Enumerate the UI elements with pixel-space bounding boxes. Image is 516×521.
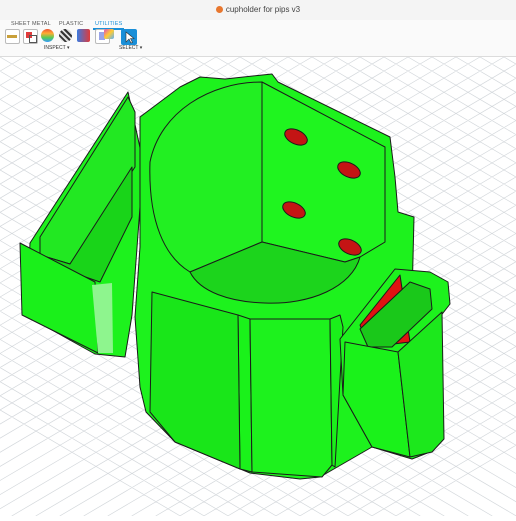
tab-sheet-metal[interactable]: SHEET METAL — [9, 20, 53, 28]
tab-plastic[interactable]: PLASTIC — [57, 20, 85, 28]
select-tool-icon[interactable] — [121, 29, 137, 45]
component-color-icon[interactable] — [104, 29, 114, 39]
main-cup-left-panel — [149, 291, 241, 470]
draft-analysis-icon[interactable] — [77, 29, 90, 42]
select-group-label[interactable]: SELECT ▾ — [119, 45, 142, 51]
left-tray[interactable] — [19, 91, 143, 358]
title-bar: cupholder for pips v3 — [0, 0, 516, 21]
document-icon — [215, 6, 223, 13]
model-viewport[interactable] — [0, 56, 516, 517]
model-canvas[interactable] — [0, 56, 516, 517]
inspect-group-label[interactable]: INSPECT ▾ — [44, 45, 69, 51]
measure-tool-icon[interactable] — [5, 29, 20, 44]
curvature-tool-icon[interactable] — [41, 29, 54, 42]
document-title: cupholder for pips v3 — [0, 5, 516, 14]
zebra-analysis-icon[interactable] — [59, 29, 72, 42]
interference-tool-icon[interactable] — [23, 29, 38, 44]
document-title-text: cupholder for pips v3 — [225, 5, 301, 14]
main-cup-front-panel — [249, 318, 333, 478]
toolbar-ribbon: SHEET METAL PLASTIC UTILITIES INSPECT ▾ … — [0, 20, 516, 57]
